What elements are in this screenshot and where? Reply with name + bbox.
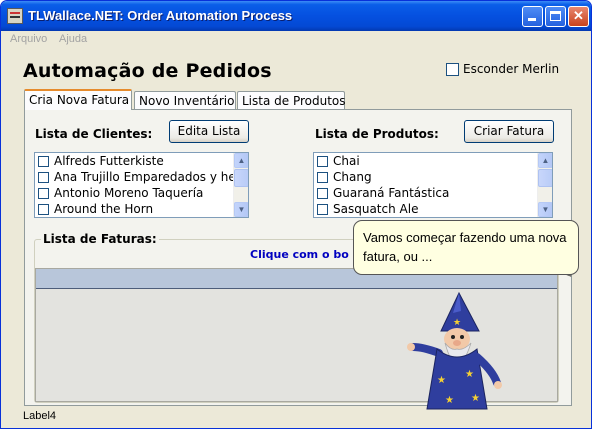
- maximize-icon: [550, 11, 561, 21]
- maximize-button[interactable]: [545, 6, 566, 27]
- list-item[interactable]: Chai: [317, 154, 537, 170]
- list-item-checkbox[interactable]: [38, 188, 49, 199]
- scroll-down-icon[interactable]: ▼: [234, 202, 248, 217]
- scroll-up-icon[interactable]: ▲: [538, 153, 552, 168]
- list-item-checkbox[interactable]: [317, 188, 328, 199]
- list-item[interactable]: Sasquatch Ale: [317, 202, 537, 217]
- merlin-wizard-icon[interactable]: ★ ★ ★ ★ ★ ☾: [401, 291, 511, 413]
- app-window: TLWallace.NET: Order Automation Process …: [0, 0, 592, 429]
- list-item-label: Around the Horn: [54, 202, 154, 216]
- tab-lista-de-produtos[interactable]: Lista de Produtos: [237, 91, 346, 109]
- list-item-label: Alfreds Futterkiste: [54, 154, 164, 168]
- list-item-label: Antonio Moreno Taquería: [54, 186, 204, 200]
- svg-text:★: ★: [445, 395, 454, 406]
- customers-listbox[interactable]: Alfreds Futterkiste Ana Trujillo Empared…: [34, 152, 249, 218]
- svg-text:★: ★: [465, 369, 474, 380]
- create-invoice-button[interactable]: Criar Fatura: [464, 120, 554, 143]
- list-item-label: Chang: [333, 170, 372, 184]
- page-title: Automação de Pedidos: [23, 60, 272, 82]
- list-item-checkbox[interactable]: [317, 156, 328, 167]
- list-item[interactable]: Chang: [317, 170, 537, 186]
- close-icon: ✕: [573, 8, 584, 23]
- title-bar[interactable]: TLWallace.NET: Order Automation Process …: [1, 1, 591, 31]
- list-item[interactable]: Alfreds Futterkiste: [38, 154, 234, 170]
- hide-merlin-label[interactable]: Esconder Merlin: [463, 62, 559, 76]
- minimize-button[interactable]: [522, 6, 543, 27]
- products-listbox[interactable]: Chai Chang Guaraná Fantástica Sasquatch …: [313, 152, 553, 218]
- list-item-checkbox[interactable]: [38, 204, 49, 215]
- list-item-checkbox[interactable]: [317, 204, 328, 215]
- svg-text:★: ★: [437, 375, 446, 386]
- edit-list-button[interactable]: Edita Lista: [169, 120, 249, 143]
- list-item-checkbox[interactable]: [38, 172, 49, 183]
- scroll-thumb[interactable]: [234, 169, 248, 187]
- scroll-up-icon[interactable]: ▲: [234, 153, 248, 168]
- hide-merlin-checkbox[interactable]: [446, 63, 459, 76]
- close-button[interactable]: ✕: [568, 6, 589, 27]
- window-title: TLWallace.NET: Order Automation Process: [28, 8, 293, 23]
- products-label: Lista de Produtos:: [315, 127, 439, 141]
- invoices-hint: Clique com o bo: [250, 248, 349, 261]
- tab-cria-nova-fatura[interactable]: Cria Nova Fatura: [24, 89, 132, 110]
- customers-label: Lista de Clientes:: [35, 127, 153, 141]
- list-item[interactable]: Ana Trujillo Emparedados y he: [38, 170, 236, 186]
- customers-scrollbar[interactable]: ▲ ▼: [233, 153, 248, 217]
- svg-text:★: ★: [471, 393, 480, 404]
- invoices-label: Lista de Faturas:: [41, 232, 159, 246]
- list-item[interactable]: Around the Horn: [38, 202, 234, 217]
- menu-ajuda[interactable]: Ajuda: [59, 33, 87, 45]
- list-item-label: Sasquatch Ale: [333, 202, 419, 216]
- svg-text:★: ★: [453, 318, 461, 328]
- list-item-label: Guaraná Fantástica: [333, 186, 450, 200]
- merlin-speech-balloon[interactable]: Vamos começar fazendo uma nova fatura, o…: [353, 220, 579, 275]
- menu-arquivo[interactable]: Arquivo: [10, 33, 47, 45]
- list-item[interactable]: Antonio Moreno Taquería: [38, 186, 234, 202]
- scroll-thumb[interactable]: [538, 169, 552, 187]
- list-item[interactable]: Guaraná Fantástica: [317, 186, 537, 202]
- list-item-checkbox[interactable]: [317, 172, 328, 183]
- menu-bar: Arquivo Ajuda: [1, 31, 591, 48]
- app-window-icon[interactable]: [7, 8, 23, 24]
- list-item-label: Ana Trujillo Emparedados y he: [54, 170, 236, 184]
- tab-novo-inventario[interactable]: Novo Inventário: [134, 91, 236, 109]
- list-item-checkbox[interactable]: [38, 156, 49, 167]
- minimize-icon: [528, 18, 536, 21]
- list-item-label: Chai: [333, 154, 360, 168]
- status-label: Label4: [23, 410, 57, 422]
- scroll-down-icon[interactable]: ▼: [538, 202, 552, 217]
- products-scrollbar[interactable]: ▲ ▼: [537, 153, 552, 217]
